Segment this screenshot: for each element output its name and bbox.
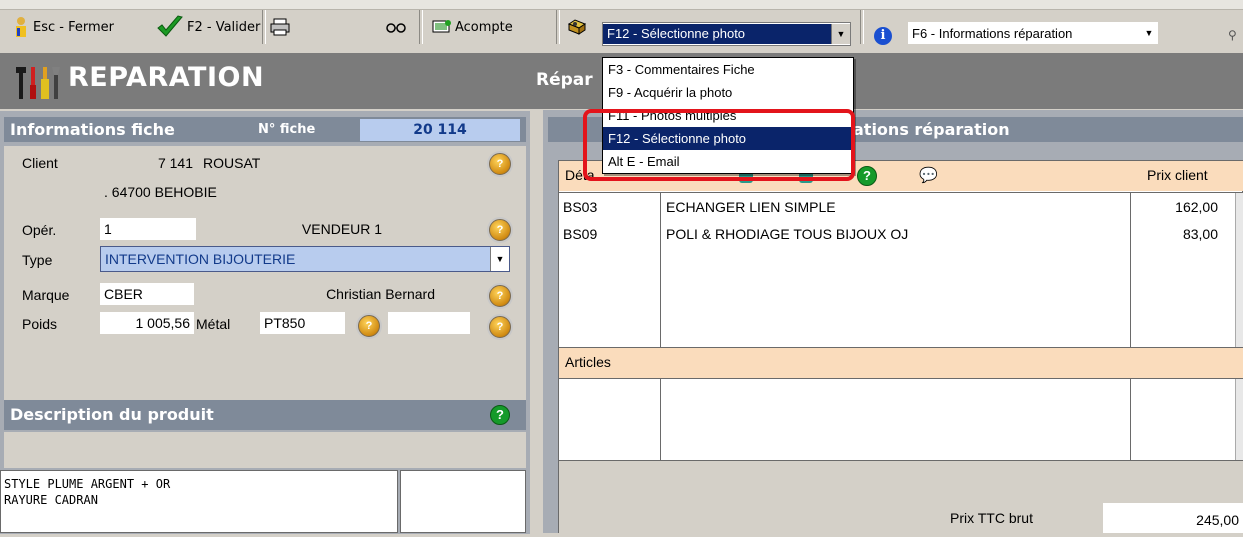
chevron-down-icon[interactable]: ▼ (490, 247, 509, 271)
row-price[interactable]: 83,00 (1134, 226, 1218, 242)
section-subtitle: Répar (536, 70, 593, 90)
total-label: Prix TTC brut (950, 510, 1033, 526)
description-side-box[interactable] (400, 470, 526, 533)
grid-help-icon[interactable]: ? (857, 166, 877, 186)
photo-action-select-value: F12 - Sélectionne photo (603, 24, 831, 44)
type-label: Type (22, 252, 53, 268)
toolbar-separator (556, 10, 560, 44)
articles-header-row: Articles (559, 347, 1243, 379)
row-label[interactable]: POLI & RHODIAGE TOUS BIJOUX OJ (666, 226, 908, 242)
operator-name: VENDEUR 1 (199, 218, 485, 240)
description-help-icon[interactable]: ? (490, 405, 510, 425)
description-line: STYLE PLUME ARGENT + OR (4, 477, 171, 491)
column-divider (660, 378, 661, 460)
brand-name: Christian Bernard (199, 283, 485, 305)
description-spacer (4, 432, 526, 468)
camera-icon (567, 18, 587, 36)
operator-number-input[interactable]: 1 (100, 218, 196, 240)
operator-lookup-icon[interactable]: ? (489, 219, 511, 241)
brand-code-input[interactable]: CBER (100, 283, 194, 305)
description-line: RAYURE CADRAN (4, 493, 98, 507)
close-button-label: Esc - Fermer (33, 19, 114, 35)
operator-label: Opér. (22, 222, 57, 238)
toolbar-separator (262, 10, 266, 44)
fiche-info-heading: Informations fiche (10, 120, 175, 139)
info-icon[interactable]: i (874, 27, 892, 45)
validate-button[interactable]: F2 - Valider (156, 13, 260, 41)
deposit-button-label: Acompte (455, 19, 513, 35)
camera-button[interactable] (567, 13, 587, 41)
close-person-icon (12, 16, 30, 38)
metal-extra-lookup-icon[interactable]: ? (489, 316, 511, 338)
toolbar-separator (860, 10, 864, 44)
key-icon[interactable]: ⚲ (1228, 28, 1237, 42)
metal-extra-input[interactable] (388, 312, 470, 334)
glasses-icon (385, 20, 407, 34)
chevron-down-icon[interactable]: ▼ (831, 24, 850, 44)
close-button[interactable]: Esc - Fermer (12, 13, 114, 41)
toolbar-separator (419, 10, 423, 44)
articles-label: Articles (565, 354, 611, 370)
column-divider (1130, 378, 1131, 460)
row-code[interactable]: BS03 (563, 199, 597, 215)
type-select-value: INTERVENTION BIJOUTERIE (105, 251, 296, 267)
price-header: Prix client (1147, 167, 1208, 183)
page-title: REPARATION (68, 62, 265, 93)
client-name[interactable]: ROUSAT (199, 152, 485, 174)
description-header: Description du produit (4, 400, 526, 430)
printer-icon (270, 18, 290, 36)
glasses-button[interactable] (385, 13, 407, 41)
column-divider (1130, 192, 1131, 347)
deposit-button[interactable]: Acompte (432, 13, 513, 41)
fiche-number: 20 114 (360, 119, 520, 141)
type-select[interactable]: INTERVENTION BIJOUTERIE ▼ (100, 246, 510, 272)
chevron-down-icon[interactable]: ▼ (1140, 23, 1158, 43)
metal-input[interactable]: PT850 (260, 312, 345, 334)
client-address: . 64700 BEHOBIE (100, 181, 485, 203)
row-divider (559, 192, 1243, 193)
weight-input[interactable]: 1 005,56 (100, 312, 194, 334)
info-action-select[interactable]: F6 - Informations réparation ▼ (908, 22, 1158, 44)
repair-info-heading: ations réparation (853, 120, 1010, 139)
print-button[interactable] (270, 13, 290, 41)
menu-item-commentaires[interactable]: F3 - Commentaires Fiche (603, 58, 853, 81)
description-textarea[interactable]: STYLE PLUME ARGENT + OR RAYURE CADRAN (0, 470, 398, 533)
info-action-select-value: F6 - Informations réparation (912, 25, 1073, 41)
highlight-box (583, 109, 855, 181)
weight-label: Poids (22, 316, 58, 332)
checkmark-icon (156, 14, 184, 40)
row-price[interactable]: 162,00 (1134, 199, 1218, 215)
menu-item-acquerir-photo[interactable]: F9 - Acquérir la photo (603, 81, 853, 104)
brand-lookup-icon[interactable]: ? (489, 285, 511, 307)
client-lookup-icon[interactable]: ? (489, 153, 511, 175)
metal-label: Métal (196, 316, 231, 332)
photo-action-select[interactable]: F12 - Sélectionne photo ▼ (602, 22, 851, 46)
client-label: Client (22, 155, 58, 171)
window-top-edge (0, 0, 1243, 10)
column-divider (660, 192, 661, 347)
client-number[interactable]: 7 141 (100, 152, 197, 174)
row-label[interactable]: ECHANGER LIEN SIMPLE (666, 199, 836, 215)
metal-lookup-icon[interactable]: ? (358, 315, 380, 337)
validate-button-label: F2 - Valider (187, 19, 261, 35)
brand-label: Marque (22, 287, 70, 303)
row-code[interactable]: BS09 (563, 226, 597, 242)
tools-icon (14, 65, 62, 101)
fiche-number-label: N° fiche (258, 122, 316, 137)
description-heading: Description du produit (10, 405, 214, 424)
comment-icon[interactable]: 💬 (919, 166, 938, 184)
money-icon (432, 18, 452, 36)
total-value: 245,00 (1103, 503, 1243, 533)
